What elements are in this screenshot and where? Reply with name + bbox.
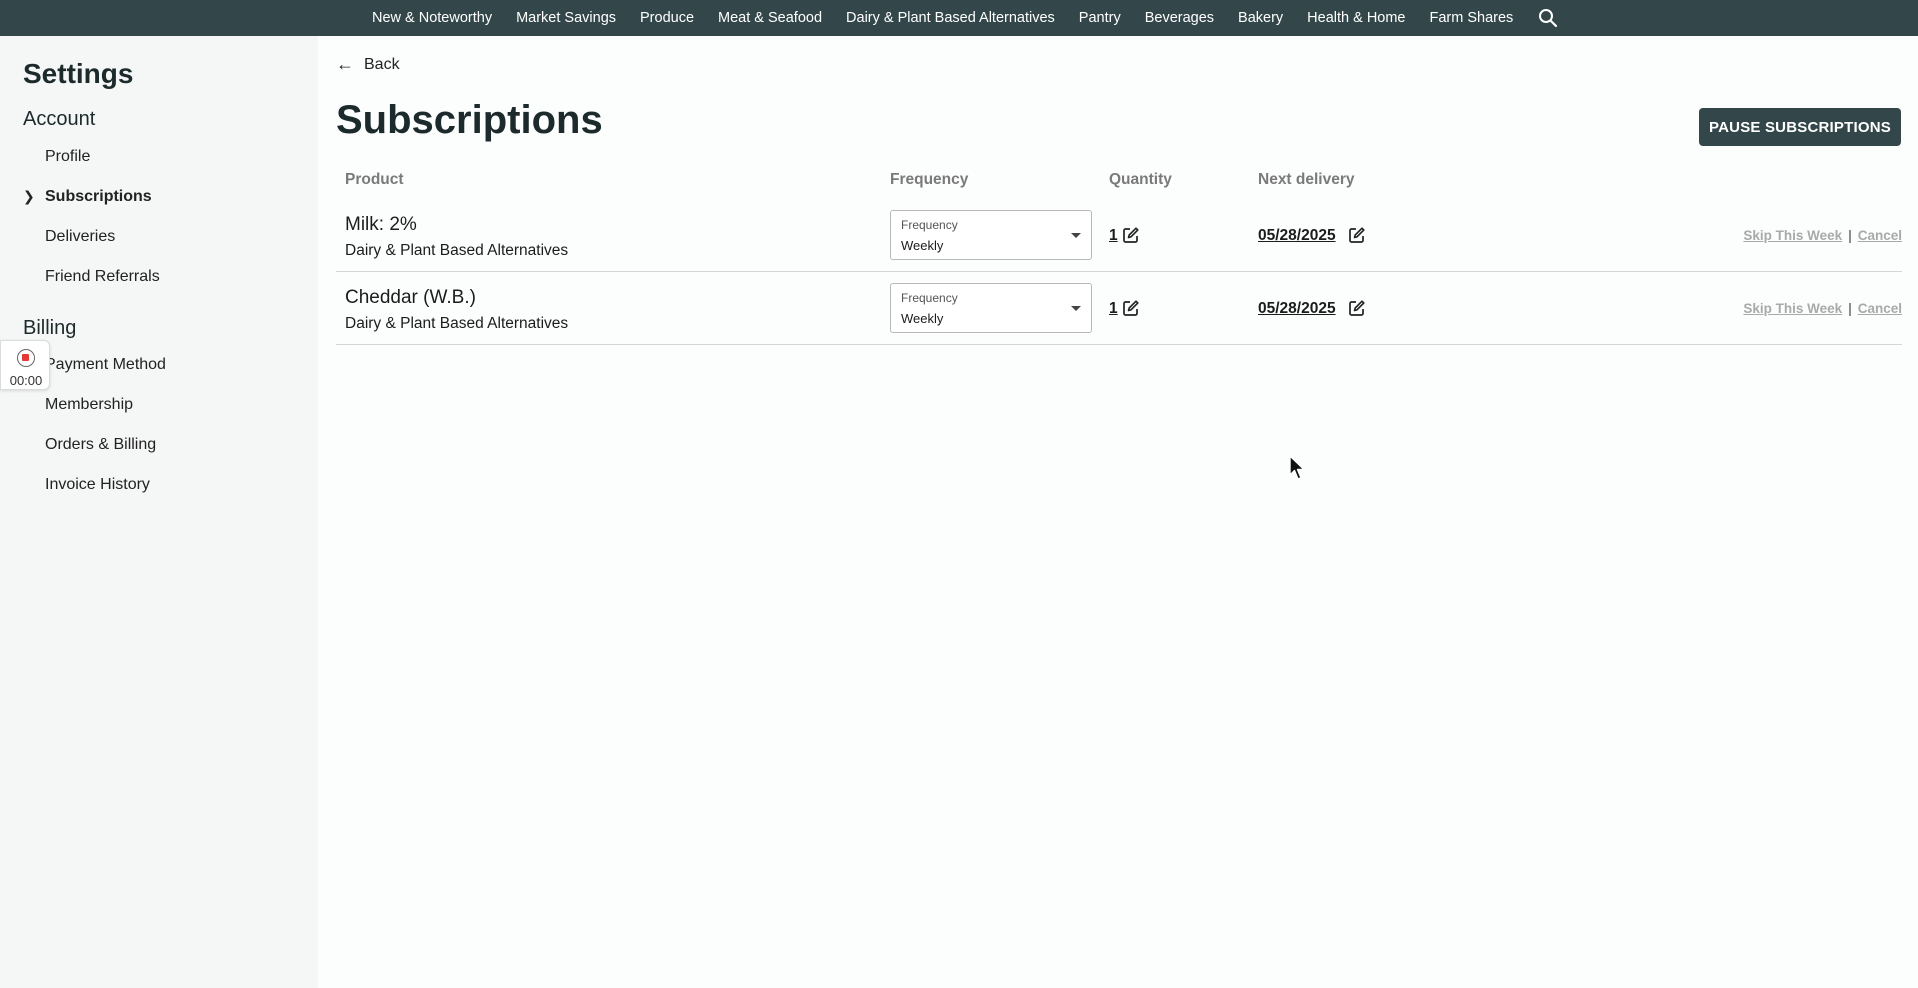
nav-beverages[interactable]: Beverages xyxy=(1145,10,1214,26)
column-header-frequency: Frequency xyxy=(890,171,969,188)
sidebar-item-invoice-history[interactable]: Invoice History xyxy=(45,476,150,494)
back-label: Back xyxy=(364,55,400,73)
frequency-select-label: Frequency xyxy=(901,291,958,305)
nav-health-home[interactable]: Health & Home xyxy=(1307,10,1405,26)
nav-market-savings[interactable]: Market Savings xyxy=(516,10,616,26)
caret-down-icon xyxy=(1071,233,1081,238)
frequency-select-value: Weekly xyxy=(901,238,944,253)
nav-produce[interactable]: Produce xyxy=(640,10,694,26)
row-actions: Skip This Week | Cancel xyxy=(1743,301,1902,316)
sidebar-item-orders-billing[interactable]: Orders & Billing xyxy=(45,436,156,454)
pause-subscriptions-button[interactable]: PAUSE SUBSCRIPTIONS xyxy=(1699,108,1901,146)
nav-bakery[interactable]: Bakery xyxy=(1238,10,1283,26)
column-header-quantity: Quantity xyxy=(1109,171,1172,188)
sidebar-title: Settings xyxy=(23,58,134,89)
next-delivery-date[interactable]: 05/28/2025 xyxy=(1258,227,1336,245)
recording-timer: 00:00 xyxy=(9,373,43,388)
sidebar-item-deliveries[interactable]: Deliveries xyxy=(45,228,115,246)
product-name: Milk: 2% xyxy=(345,214,417,235)
edit-delivery-date-icon[interactable] xyxy=(1348,299,1366,317)
sidebar-item-membership[interactable]: Membership xyxy=(45,396,133,414)
product-category: Dairy & Plant Based Alternatives xyxy=(345,242,569,259)
frequency-select[interactable]: Frequency Weekly xyxy=(890,283,1092,333)
account-heading: Account xyxy=(23,108,96,130)
chevron-right-icon: ❯ xyxy=(23,188,35,204)
screen-recorder-widget[interactable]: 00:00 xyxy=(0,340,50,390)
sidebar-item-friend-referrals[interactable]: Friend Referrals xyxy=(45,268,160,286)
quantity-value[interactable]: 1 xyxy=(1109,227,1118,245)
search-icon[interactable] xyxy=(1537,7,1559,29)
nav-farm-shares[interactable]: Farm Shares xyxy=(1430,10,1514,26)
frequency-select-label: Frequency xyxy=(901,218,958,232)
nav-meat-seafood[interactable]: Meat & Seafood xyxy=(718,10,822,26)
sidebar-item-profile[interactable]: Profile xyxy=(45,148,90,166)
table-row: Milk: 2% Dairy & Plant Based Alternative… xyxy=(336,200,1902,272)
nav-pantry[interactable]: Pantry xyxy=(1079,10,1121,26)
frequency-select-value: Weekly xyxy=(901,311,944,326)
product-name: Cheddar (W.B.) xyxy=(345,287,476,308)
page-title: Subscriptions xyxy=(336,98,603,142)
arrow-left-icon: ← xyxy=(336,54,354,74)
action-separator: | xyxy=(1848,228,1852,243)
frequency-select[interactable]: Frequency Weekly xyxy=(890,210,1092,260)
skip-this-week-link[interactable]: Skip This Week xyxy=(1743,301,1842,316)
sidebar-item-subscriptions[interactable]: Subscriptions xyxy=(45,188,152,206)
next-delivery-date[interactable]: 05/28/2025 xyxy=(1258,300,1336,318)
settings-sidebar: Settings Account Profile ❯ Subscriptions… xyxy=(0,36,318,988)
edit-delivery-date-icon[interactable] xyxy=(1348,226,1366,244)
sidebar-item-payment-method[interactable]: Payment Method xyxy=(45,356,166,374)
edit-quantity-icon[interactable] xyxy=(1122,299,1140,317)
action-separator: | xyxy=(1848,301,1852,316)
billing-heading: Billing xyxy=(23,317,77,339)
caret-down-icon xyxy=(1071,306,1081,311)
mouse-cursor-icon xyxy=(1289,455,1307,486)
cancel-subscription-link[interactable]: Cancel xyxy=(1858,228,1902,243)
nav-new-noteworthy[interactable]: New & Noteworthy xyxy=(372,10,492,26)
nav-dairy[interactable]: Dairy & Plant Based Alternatives xyxy=(846,10,1055,26)
column-header-next-delivery: Next delivery xyxy=(1258,171,1355,188)
row-actions: Skip This Week | Cancel xyxy=(1743,228,1902,243)
product-category: Dairy & Plant Based Alternatives xyxy=(345,315,569,332)
skip-this-week-link[interactable]: Skip This Week xyxy=(1743,228,1842,243)
top-navigation: New & Noteworthy Market Savings Produce … xyxy=(0,0,1918,36)
back-link[interactable]: ← Back xyxy=(336,54,400,75)
column-header-product: Product xyxy=(345,171,404,188)
record-stop-icon[interactable] xyxy=(17,349,35,367)
edit-quantity-icon[interactable] xyxy=(1122,226,1140,244)
table-row: Cheddar (W.B.) Dairy & Plant Based Alter… xyxy=(336,273,1902,345)
quantity-value[interactable]: 1 xyxy=(1109,300,1118,318)
cancel-subscription-link[interactable]: Cancel xyxy=(1858,301,1902,316)
